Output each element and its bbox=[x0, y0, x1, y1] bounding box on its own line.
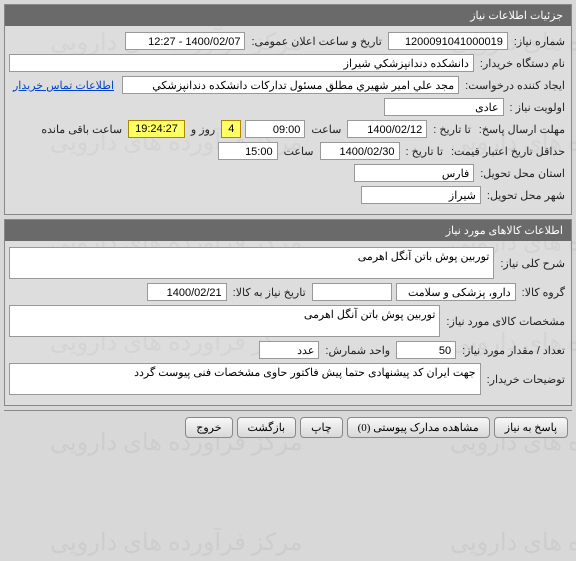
label-hours-remain: ساعت باقی مانده bbox=[39, 123, 124, 136]
label-general-desc: شرح کلی نیاز: bbox=[498, 257, 567, 270]
field-goods-group: دارو، پزشکی و سلامت bbox=[396, 283, 516, 301]
label-validity-min: حداقل تاریخ اعتبار قیمت: bbox=[449, 145, 567, 158]
field-hours-remain: 19:24:27 bbox=[128, 120, 185, 138]
goods-info-header: اطلاعات کالاهای مورد نیاز bbox=[5, 220, 571, 241]
row-general-desc: شرح کلی نیاز: توربین پوش باتن آنگل اهرمی bbox=[9, 247, 567, 279]
contact-info-link[interactable]: اطلاعات تماس خریدار bbox=[9, 79, 118, 92]
field-days-remain: 4 bbox=[221, 120, 241, 138]
field-priority: عادی bbox=[384, 98, 504, 116]
row-goods-specs: مشخصات کالای مورد نیاز: توربین پوش باتن … bbox=[9, 305, 567, 337]
label-count-unit: واحد شمارش: bbox=[323, 344, 392, 357]
row-delivery-city: شهر محل تحویل: شيراز bbox=[9, 186, 567, 204]
label-delivery-province: استان محل تحویل: bbox=[478, 167, 567, 180]
need-info-panel: جزئیات اطلاعات نیاز شماره نیاز: 12000910… bbox=[4, 4, 572, 215]
row-delivery-province: استان محل تحویل: فارس bbox=[9, 164, 567, 182]
back-button[interactable]: بازگشت bbox=[237, 417, 297, 438]
row-need-number: شماره نیاز: 1200091041000019 تاریخ و ساع… bbox=[9, 32, 567, 50]
need-info-header: جزئیات اطلاعات نیاز bbox=[5, 5, 571, 26]
row-quantity: تعداد / مقدار مورد نیاز: 50 واحد شمارش: … bbox=[9, 341, 567, 359]
row-validity: حداقل تاریخ اعتبار قیمت: تا تاریخ : 1400… bbox=[9, 142, 567, 160]
field-request-creator: مجد علي امير شهيري مطلق مسئول تدارکات دا… bbox=[122, 76, 459, 94]
row-request-creator: ایجاد کننده درخواست: مجد علي امير شهيري … bbox=[9, 76, 567, 94]
label-goods-group: گروه کالا: bbox=[520, 286, 567, 299]
row-priority: اولویت نیاز : عادی bbox=[9, 98, 567, 116]
label-need-date: تاریخ نیاز به کالا: bbox=[231, 286, 308, 299]
field-buyer-device: دانشکده دندانپزشکي شيراز bbox=[9, 54, 474, 72]
field-need-date: 1400/02/21 bbox=[147, 283, 227, 301]
field-validity-until-date: 1400/02/30 bbox=[320, 142, 400, 160]
label-need-number: شماره نیاز: bbox=[512, 35, 567, 48]
field-reply-until-time: 09:00 bbox=[245, 120, 305, 138]
label-time-2: ساعت bbox=[282, 145, 316, 158]
field-reply-until-date: 1400/02/12 bbox=[347, 120, 427, 138]
field-announce-datetime: 1400/02/07 - 12:27 bbox=[125, 32, 245, 50]
field-goods-group-code bbox=[312, 283, 392, 301]
label-delivery-city: شهر محل تحویل: bbox=[485, 189, 567, 202]
label-time-1: ساعت bbox=[309, 123, 343, 136]
row-buyer-notes: توضیحات خریدار: جهت ایران کد پیشنهادی حت… bbox=[9, 363, 567, 395]
field-validity-until-time: 15:00 bbox=[218, 142, 278, 160]
row-reply-deadline: مهلت ارسال پاسخ: تا تاریخ : 1400/02/12 س… bbox=[9, 120, 567, 138]
attachments-button[interactable]: مشاهده مدارک پیوستی (0) bbox=[347, 417, 490, 438]
label-priority: اولویت نیاز : bbox=[508, 101, 567, 114]
label-quantity: تعداد / مقدار مورد نیاز: bbox=[460, 344, 567, 357]
need-info-body: شماره نیاز: 1200091041000019 تاریخ و ساع… bbox=[5, 26, 571, 214]
label-goods-specs: مشخصات کالای مورد نیاز: bbox=[444, 315, 567, 328]
field-delivery-province: فارس bbox=[354, 164, 474, 182]
footer-buttons: پاسخ به نیاز مشاهده مدارک پیوستی (0) چاپ… bbox=[4, 410, 572, 444]
label-until-date-2: تا تاریخ : bbox=[404, 145, 445, 158]
field-count-unit: عدد bbox=[259, 341, 319, 359]
field-delivery-city: شيراز bbox=[361, 186, 481, 204]
field-need-number: 1200091041000019 bbox=[388, 32, 508, 50]
field-quantity: 50 bbox=[396, 341, 456, 359]
print-button[interactable]: چاپ bbox=[300, 417, 343, 438]
goods-info-body: شرح کلی نیاز: توربین پوش باتن آنگل اهرمی… bbox=[5, 241, 571, 405]
exit-button[interactable]: خروج bbox=[185, 417, 232, 438]
field-goods-specs: توربین پوش باتن آنگل اهرمی bbox=[9, 305, 440, 337]
reply-button[interactable]: پاسخ به نیاز bbox=[494, 417, 568, 438]
field-general-desc: توربین پوش باتن آنگل اهرمی bbox=[9, 247, 494, 279]
label-request-creator: ایجاد کننده درخواست: bbox=[463, 79, 567, 92]
label-announce-datetime: تاریخ و ساعت اعلان عمومی: bbox=[249, 35, 383, 48]
label-buyer-notes: توضیحات خریدار: bbox=[485, 373, 567, 386]
goods-info-panel: اطلاعات کالاهای مورد نیاز شرح کلی نیاز: … bbox=[4, 219, 572, 406]
label-until-date-1: تا تاریخ : bbox=[431, 123, 472, 136]
label-reply-deadline: مهلت ارسال پاسخ: bbox=[477, 123, 567, 136]
label-day-and: روز و bbox=[189, 123, 217, 136]
field-buyer-notes: جهت ایران کد پیشنهادی حتما پیش فاکتور حا… bbox=[9, 363, 481, 395]
label-buyer-device: نام دستگاه خریدار: bbox=[478, 57, 567, 70]
row-buyer-device: نام دستگاه خریدار: دانشکده دندانپزشکي شي… bbox=[9, 54, 567, 72]
row-goods-group: گروه کالا: دارو، پزشکی و سلامت تاریخ نیا… bbox=[9, 283, 567, 301]
